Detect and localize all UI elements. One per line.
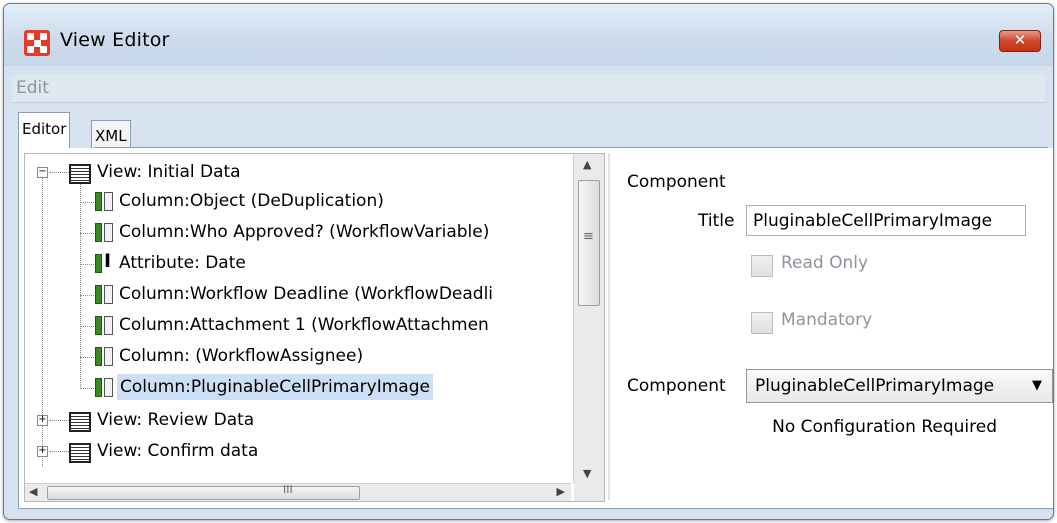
view-tree: − View: Initial Data Column:Object (DeDu… (25, 154, 571, 484)
tab-xml[interactable]: XML (91, 120, 131, 148)
tree-panel: − View: Initial Data Column:Object (DeDu… (24, 153, 605, 502)
tree-line (49, 451, 69, 452)
read-only-label: Read Only (781, 253, 869, 273)
scroll-grip: ≡ (583, 229, 594, 244)
attribute-icon: I (95, 250, 113, 273)
tree-line (80, 357, 94, 358)
chevron-down-icon: ▼ (1032, 378, 1042, 393)
column-icon (95, 285, 113, 304)
tab-editor[interactable]: Editor (18, 112, 71, 148)
section-title: Component (627, 172, 726, 192)
menu-bar: Edit (12, 74, 1045, 103)
scroll-grip: III (283, 483, 293, 496)
window-title: View Editor (60, 29, 170, 51)
tree-line (80, 202, 94, 203)
vertical-scrollbar[interactable]: ▲ ≡ ▼ (573, 154, 604, 484)
column-icon (95, 223, 113, 242)
configuration-note: No Configuration Required (772, 417, 997, 437)
title-label: Title (698, 211, 735, 231)
app-grid-icon (24, 30, 50, 56)
tree-line (80, 326, 94, 327)
tree-line (80, 233, 94, 234)
horizontal-scroll-thumb[interactable] (47, 486, 360, 500)
title-input[interactable] (746, 205, 1026, 236)
component-label: Component (627, 376, 726, 396)
column-icon (95, 316, 113, 335)
column-icon (95, 378, 113, 397)
tree-line (80, 264, 94, 265)
menu-edit[interactable]: Edit (16, 78, 49, 98)
editor-panel: − View: Initial Data Column:Object (DeDu… (18, 148, 1053, 509)
column-icon (95, 192, 113, 211)
tree-line (49, 172, 69, 173)
tree-line (80, 184, 81, 389)
close-button[interactable]: ✕ (999, 30, 1041, 52)
splitter[interactable] (608, 153, 610, 500)
scroll-up-icon[interactable]: ▲ (583, 158, 591, 171)
collapse-icon[interactable]: − (37, 167, 48, 178)
title-bar[interactable]: View Editor ✕ (4, 4, 1053, 66)
view-editor-window: View Editor ✕ Edit Editor XML − View: In… (3, 3, 1054, 520)
scroll-left-icon[interactable]: ◀ (29, 485, 37, 498)
scroll-right-icon[interactable]: ▶ (557, 485, 565, 498)
mandatory-label: Mandatory (781, 310, 873, 330)
horizontal-scrollbar[interactable]: ◀ III ▶ (25, 483, 571, 501)
tab-strip: Editor XML (18, 112, 1047, 148)
view-list-icon (69, 164, 91, 184)
scroll-down-icon[interactable]: ▼ (583, 467, 591, 480)
component-select[interactable]: PluginableCellPrimaryImage ▼ (746, 369, 1053, 403)
view-list-icon (69, 443, 91, 463)
expand-icon[interactable]: + (37, 415, 48, 426)
column-icon (95, 347, 113, 366)
expand-icon[interactable]: + (37, 446, 48, 457)
tree-line (49, 420, 69, 421)
tree-line (80, 388, 94, 389)
component-select-value: PluginableCellPrimaryImage (755, 376, 995, 396)
close-icon: ✕ (1013, 31, 1027, 49)
component-form: Component Title Read Only Mandatory Comp… (615, 153, 1053, 500)
view-list-icon (69, 412, 91, 432)
read-only-checkbox[interactable] (751, 255, 773, 277)
mandatory-checkbox[interactable] (751, 312, 773, 334)
tree-line (80, 295, 94, 296)
scroll-corner (574, 484, 604, 501)
